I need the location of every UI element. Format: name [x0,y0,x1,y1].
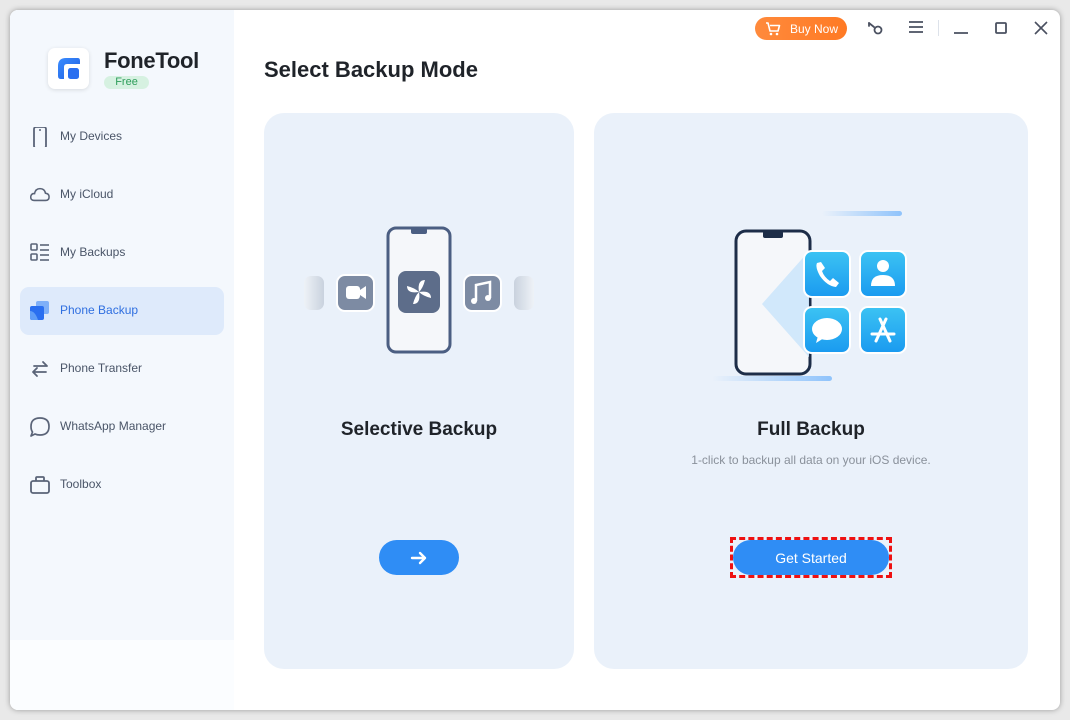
get-started-button[interactable]: Get Started [733,540,889,575]
page-title: Select Backup Mode [264,57,478,82]
full-backup-card[interactable]: Full Backup 1-click to backup all data o… [594,113,1028,669]
sidebar-item-phone-transfer[interactable]: Phone Transfer [20,345,224,393]
minimize-icon[interactable] [951,18,971,38]
close-icon[interactable] [1031,18,1051,38]
selective-backup-start-button[interactable] [379,540,459,575]
key-icon[interactable] [866,18,886,38]
cart-icon [766,21,781,35]
full-backup-illustration [712,211,907,381]
full-backup-title: Full Backup [757,419,865,440]
selective-backup-card[interactable]: Selective Backup [264,113,574,669]
sidebar-item-toolbox[interactable]: Toolbox [20,461,224,509]
sidebar-item-my-devices[interactable]: My Devices [20,113,224,161]
backup-icon [30,301,49,320]
buy-now-button[interactable]: Buy Now [755,17,847,40]
selective-backup-title: Selective Backup [340,419,498,440]
menu-icon[interactable] [906,18,926,38]
sidebar-item-my-backups[interactable]: My Backups [20,229,224,277]
sidebar-item-phone-backup[interactable]: Phone Backup [20,287,224,335]
app-window: FoneTool Free My Devices My iCloud My Ba… [10,10,1060,710]
selective-backup-illustration [304,226,534,354]
app-logo [48,48,89,89]
maximize-icon[interactable] [991,18,1011,38]
cloud-icon [30,187,50,202]
chat-icon [30,417,50,437]
toolbox-icon [30,476,50,494]
sidebar-item-label: WhatsApp Manager [60,419,167,433]
full-backup-description: 1-click to backup all data on your iOS d… [691,453,931,467]
sidebar-item-label: Phone Backup [60,303,139,317]
sidebar-item-label: My iCloud [60,187,114,201]
sidebar-item-my-icloud[interactable]: My iCloud [20,171,224,219]
sidebar-item-label: My Backups [60,245,126,259]
edition-badge: Free [104,76,149,89]
list-icon [30,243,49,261]
sidebar-item-label: Toolbox [60,477,102,491]
phone-icon [33,127,47,147]
buy-now-label: Buy Now [790,21,839,36]
transfer-icon [32,361,48,377]
sidebar-item-whatsapp-manager[interactable]: WhatsApp Manager [20,403,224,451]
sidebar: FoneTool Free My Devices My iCloud My Ba… [10,10,234,710]
sidebar-item-label: Phone Transfer [60,361,143,375]
arrow-right-icon [410,551,427,564]
app-name: FoneTool [104,48,199,73]
toolbar-separator [938,20,939,36]
sidebar-item-label: My Devices [60,129,123,143]
